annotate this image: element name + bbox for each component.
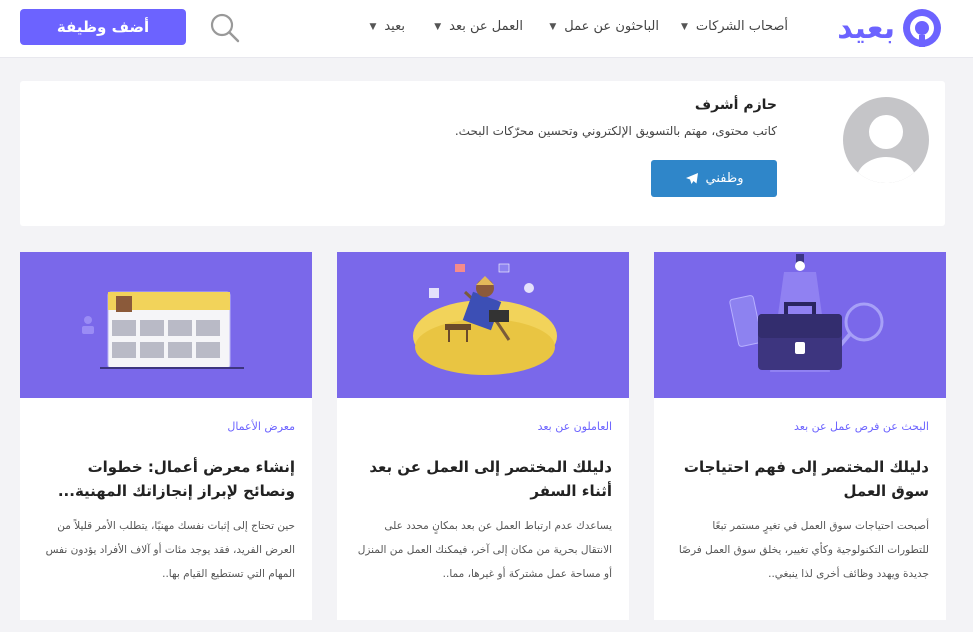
article-category[interactable]: البحث عن فرص عمل عن بعد	[794, 420, 929, 433]
article-category[interactable]: معرض الأعمال	[227, 420, 295, 433]
site-logo[interactable]: بعيد	[837, 7, 943, 49]
nav-item-employers[interactable]: أصحاب الشركات ▼	[681, 19, 788, 34]
search-icon[interactable]	[206, 10, 244, 46]
author-name: حازم أشرف	[694, 97, 777, 113]
article-excerpt: أصبحت احتياجات سوق العمل في تغيرٍ مستمر …	[678, 520, 929, 580]
article-excerpt: حين تحتاج إلى إثبات نفسك مهنيًا، يتطلب ا…	[45, 520, 295, 580]
nav-item-baeed[interactable]: بعيد ▼	[369, 19, 405, 34]
nav-label: بعيد	[384, 19, 405, 34]
nav-label: الباحثون عن عمل	[564, 19, 659, 34]
article-image[interactable]	[654, 252, 946, 398]
briefcase-illustration	[729, 254, 884, 372]
author-box: حازم أشرف كاتب محتوى، مهتم بالتسويق الإل…	[20, 81, 945, 226]
chevron-down-icon: ▼	[434, 21, 442, 32]
logo-text: بعيد	[837, 10, 895, 46]
chevron-down-icon: ▼	[549, 21, 557, 32]
nav-item-remote-work[interactable]: العمل عن بعد ▼	[434, 19, 523, 34]
article-title[interactable]: دليلك المختصر إلى فهم احتياجات سوق العمل	[671, 455, 929, 503]
article-category[interactable]: العاملون عن بعد	[538, 420, 612, 433]
article-card[interactable]: العاملون عن بعد دليلك المختصر إلى العمل …	[337, 252, 629, 620]
article-excerpt: يساعدك عدم ارتباط العمل عن بعد بمكانٍ مح…	[357, 520, 612, 580]
island-illustration	[413, 263, 557, 375]
hire-me-button[interactable]: وظفني	[651, 160, 777, 197]
hire-label: وظفني	[705, 171, 744, 186]
article-card[interactable]: معرض الأعمال إنشاء معرض أعمال: خطوات ونص…	[20, 252, 312, 620]
chevron-down-icon: ▼	[680, 21, 688, 32]
author-bio: كاتب محتوى، مهتم بالتسويق الإلكتروني وتح…	[454, 124, 777, 138]
logo-icon	[903, 9, 941, 47]
add-job-button[interactable]: أضف وظيفة	[20, 9, 186, 45]
nav-item-job-seekers[interactable]: الباحثون عن عمل ▼	[549, 19, 659, 34]
portfolio-illustration	[82, 291, 244, 369]
article-title[interactable]: دليلك المختصر إلى العمل عن بعد أثناء الس…	[354, 455, 612, 503]
avatar	[843, 97, 929, 183]
nav-label: العمل عن بعد	[449, 19, 523, 34]
article-card[interactable]: البحث عن فرص عمل عن بعد دليلك المختصر إل…	[654, 252, 946, 620]
nav-label: أصحاب الشركات	[695, 19, 788, 34]
article-image[interactable]	[337, 252, 629, 398]
chevron-down-icon: ▼	[369, 21, 377, 32]
article-image[interactable]	[20, 252, 312, 398]
send-icon	[685, 172, 698, 184]
user-placeholder-icon	[856, 115, 916, 183]
site-header: بعيد أصحاب الشركات ▼ الباحثون عن عمل ▼ ا…	[0, 0, 973, 58]
article-title[interactable]: إنشاء معرض أعمال: خطوات ونصائح لإبراز إن…	[37, 455, 295, 503]
